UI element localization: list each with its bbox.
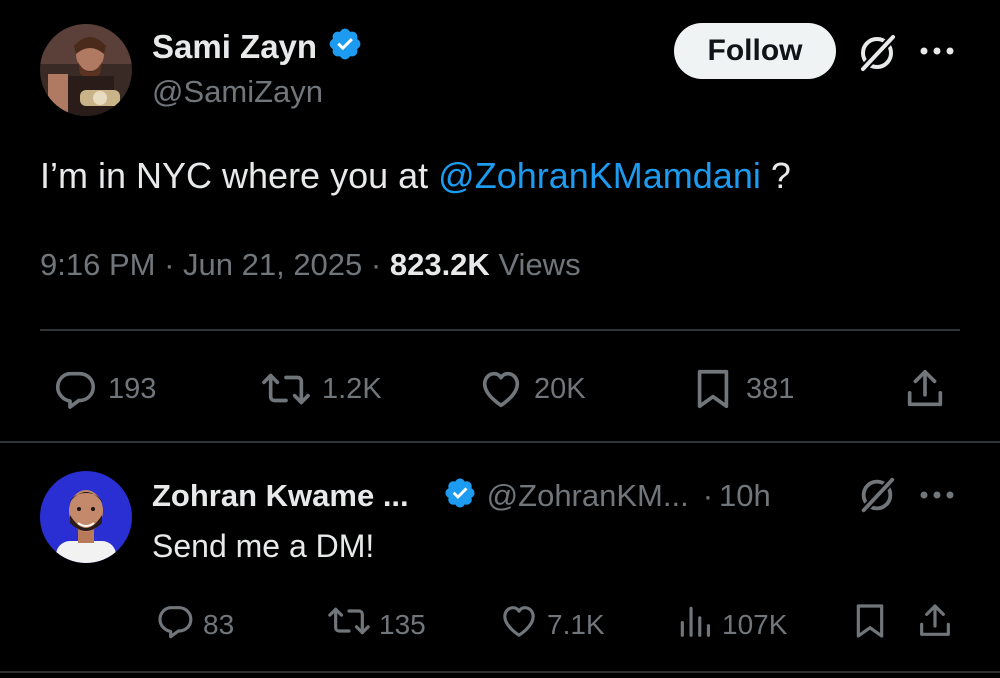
repost-button[interactable]: 135 [327,601,426,648]
divider [0,671,1000,673]
like-count: 20K [534,372,586,405]
like-button[interactable]: 7.1K [499,601,605,648]
repost-icon [327,601,371,648]
meta-separator: · [164,247,184,282]
more-icon[interactable] [918,44,956,63]
repost-button[interactable]: 1.2K [260,366,382,412]
reply-author-name[interactable]: Zohran Kwame ... [152,478,409,514]
reply-text: Send me a DM! [152,528,375,564]
tweet-meta: 9:16 PM · Jun 21, 2025 · 823.2K Views [40,247,581,283]
like-icon [478,366,524,412]
tweet-date[interactable]: Jun 21, 2025 [183,247,362,282]
views-button[interactable]: 107K [676,601,787,648]
like-button[interactable]: 20K [478,366,586,412]
meta-separator: · [370,247,390,282]
share-icon [902,366,948,412]
reply-count: 193 [108,372,157,405]
author-name[interactable]: Sami Zayn [152,28,317,66]
like-count: 7.1K [547,608,605,640]
reply-button[interactable]: 193 [52,366,156,412]
repost-count: 135 [379,608,426,640]
reply-icon [52,366,98,412]
mention-link[interactable]: @ZohranKMamdani [438,155,761,196]
reply-age[interactable]: 10h [719,478,771,514]
follow-button[interactable]: Follow [674,23,836,79]
tweet-time[interactable]: 9:16 PM [40,247,155,282]
repost-count: 1.2K [322,372,382,405]
reply-author-handle[interactable]: @ZohranKM... [487,478,689,514]
author-handle[interactable]: @SamiZayn [152,74,323,110]
bookmark-button[interactable]: 381 [690,366,794,412]
divider [40,329,960,331]
views-icon [676,601,714,648]
reply-count: 83 [203,608,235,640]
reply-button[interactable]: 83 [155,601,234,648]
views-count: 107K [722,608,788,640]
repost-icon [260,366,312,412]
bookmark-button[interactable] [850,601,890,648]
reply-author-avatar[interactable] [40,471,132,563]
grok-icon[interactable] [855,31,899,80]
author-avatar[interactable] [40,24,132,116]
bookmark-icon [690,366,736,412]
share-button[interactable] [915,601,955,648]
verified-badge-icon [327,26,363,67]
more-icon[interactable] [918,488,956,507]
views-label: Views [498,247,581,282]
share-button[interactable] [902,366,948,412]
tweet-text-part: ? [760,155,791,196]
like-icon [499,601,539,648]
bookmark-count: 381 [746,372,795,405]
share-icon [915,601,955,648]
verified-badge-icon [443,476,477,515]
reply-icon [155,601,195,648]
tweet-text: I’m in NYC where you at @ZohranKMamdani … [40,155,791,197]
views-count: 823.2K [389,247,490,282]
grok-icon[interactable] [856,474,898,521]
header-separator: · [702,477,714,513]
tweet-text-part: I’m in NYC where you at [40,155,439,196]
bookmark-icon [850,601,890,648]
divider [0,441,1000,443]
